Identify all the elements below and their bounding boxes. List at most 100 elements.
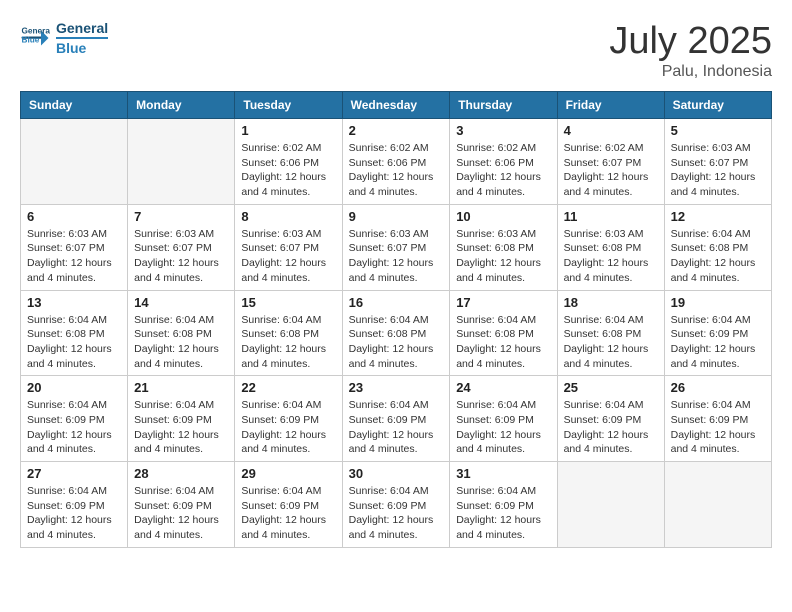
day-info: Sunrise: 6:04 AM Sunset: 6:09 PM Dayligh… xyxy=(349,484,444,543)
calendar-cell xyxy=(128,119,235,205)
page-header: General Blue General Blue July 2025 Palu… xyxy=(20,20,772,81)
day-number: 31 xyxy=(456,466,550,481)
day-info: Sunrise: 6:03 AM Sunset: 6:08 PM Dayligh… xyxy=(456,227,550,286)
calendar-cell: 5 Sunrise: 6:03 AM Sunset: 6:07 PM Daylig… xyxy=(664,119,771,205)
day-number: 16 xyxy=(349,295,444,310)
calendar-cell: 27 Sunrise: 6:04 AM Sunset: 6:09 PM Dayli… xyxy=(21,462,128,548)
day-info: Sunrise: 6:03 AM Sunset: 6:08 PM Dayligh… xyxy=(564,227,658,286)
weekday-header-friday: Friday xyxy=(557,92,664,119)
calendar-cell: 16Sunrise: 6:04 AM Sunset: 6:08 PM Dayli… xyxy=(342,290,450,376)
day-info: Sunrise: 6:02 AM Sunset: 6:06 PM Dayligh… xyxy=(456,141,550,200)
day-info: Sunrise: 6:04 AM Sunset: 6:09 PM Dayligh… xyxy=(671,313,765,372)
logo: General Blue General Blue xyxy=(20,20,108,57)
day-number: 20 xyxy=(27,380,121,395)
weekday-header-thursday: Thursday xyxy=(450,92,557,119)
day-number: 14 xyxy=(134,295,228,310)
day-info: Sunrise: 6:04 AM Sunset: 6:09 PM Dayligh… xyxy=(27,484,121,543)
day-number: 27 xyxy=(27,466,121,481)
day-number: 13 xyxy=(27,295,121,310)
calendar-cell: 26Sunrise: 6:04 AM Sunset: 6:09 PM Dayli… xyxy=(664,376,771,462)
calendar-cell: 21 Sunrise: 6:04 AM Sunset: 6:09 PM Dayli… xyxy=(128,376,235,462)
day-info: Sunrise: 6:04 AM Sunset: 6:09 PM Dayligh… xyxy=(241,398,335,457)
calendar-cell: 20 Sunrise: 6:04 AM Sunset: 6:09 PM Dayli… xyxy=(21,376,128,462)
logo-line1: General xyxy=(56,20,108,37)
day-number: 23 xyxy=(349,380,444,395)
calendar-cell: 4 Sunrise: 6:02 AM Sunset: 6:07 PM Daylig… xyxy=(557,119,664,205)
calendar-cell xyxy=(21,119,128,205)
day-info: Sunrise: 6:03 AM Sunset: 6:07 PM Dayligh… xyxy=(27,227,121,286)
day-info: Sunrise: 6:04 AM Sunset: 6:09 PM Dayligh… xyxy=(671,398,765,457)
calendar-table: SundayMondayTuesdayWednesdayThursdayFrid… xyxy=(20,91,772,548)
day-number: 17 xyxy=(456,295,550,310)
calendar-cell: 31 Sunrise: 6:04 AM Sunset: 6:09 PM Dayli… xyxy=(450,462,557,548)
calendar-cell: 18 Sunrise: 6:04 AM Sunset: 6:08 PM Dayli… xyxy=(557,290,664,376)
weekday-header-row: SundayMondayTuesdayWednesdayThursdayFrid… xyxy=(21,92,772,119)
day-info: Sunrise: 6:04 AM Sunset: 6:09 PM Dayligh… xyxy=(27,398,121,457)
calendar-cell: 3 Sunrise: 6:02 AM Sunset: 6:06 PM Daylig… xyxy=(450,119,557,205)
calendar-cell: 30Sunrise: 6:04 AM Sunset: 6:09 PM Dayli… xyxy=(342,462,450,548)
day-number: 15 xyxy=(241,295,335,310)
day-number: 3 xyxy=(456,123,550,138)
day-info: Sunrise: 6:04 AM Sunset: 6:09 PM Dayligh… xyxy=(134,484,228,543)
day-number: 18 xyxy=(564,295,658,310)
day-number: 2 xyxy=(349,123,444,138)
calendar-cell: 28Sunrise: 6:04 AM Sunset: 6:09 PM Dayli… xyxy=(128,462,235,548)
location-title: Palu, Indonesia xyxy=(609,63,772,81)
day-number: 8 xyxy=(241,209,335,224)
calendar-week-row: 20 Sunrise: 6:04 AM Sunset: 6:09 PM Dayli… xyxy=(21,376,772,462)
calendar-cell: 7 Sunrise: 6:03 AM Sunset: 6:07 PM Daylig… xyxy=(128,204,235,290)
day-info: Sunrise: 6:04 AM Sunset: 6:09 PM Dayligh… xyxy=(456,484,550,543)
weekday-header-tuesday: Tuesday xyxy=(235,92,342,119)
day-number: 21 xyxy=(134,380,228,395)
calendar-cell: 11 Sunrise: 6:03 AM Sunset: 6:08 PM Dayli… xyxy=(557,204,664,290)
day-number: 25 xyxy=(564,380,658,395)
calendar-week-row: 27 Sunrise: 6:04 AM Sunset: 6:09 PM Dayli… xyxy=(21,462,772,548)
day-info: Sunrise: 6:04 AM Sunset: 6:08 PM Dayligh… xyxy=(134,313,228,372)
calendar-cell: 10 Sunrise: 6:03 AM Sunset: 6:08 PM Dayli… xyxy=(450,204,557,290)
day-number: 7 xyxy=(134,209,228,224)
day-info: Sunrise: 6:03 AM Sunset: 6:07 PM Dayligh… xyxy=(134,227,228,286)
calendar-cell: 8Sunrise: 6:03 AM Sunset: 6:07 PM Daylig… xyxy=(235,204,342,290)
day-number: 11 xyxy=(564,209,658,224)
weekday-header-monday: Monday xyxy=(128,92,235,119)
day-info: Sunrise: 6:04 AM Sunset: 6:09 PM Dayligh… xyxy=(134,398,228,457)
calendar-cell: 6 Sunrise: 6:03 AM Sunset: 6:07 PM Daylig… xyxy=(21,204,128,290)
weekday-header-wednesday: Wednesday xyxy=(342,92,450,119)
svg-text:Blue: Blue xyxy=(22,36,40,45)
day-info: Sunrise: 6:03 AM Sunset: 6:07 PM Dayligh… xyxy=(349,227,444,286)
calendar-cell: 17 Sunrise: 6:04 AM Sunset: 6:08 PM Dayli… xyxy=(450,290,557,376)
day-number: 6 xyxy=(27,209,121,224)
calendar-cell xyxy=(557,462,664,548)
day-info: Sunrise: 6:02 AM Sunset: 6:07 PM Dayligh… xyxy=(564,141,658,200)
day-number: 10 xyxy=(456,209,550,224)
day-info: Sunrise: 6:04 AM Sunset: 6:09 PM Dayligh… xyxy=(456,398,550,457)
day-number: 22 xyxy=(241,380,335,395)
day-number: 1 xyxy=(241,123,335,138)
calendar-week-row: 13 Sunrise: 6:04 AM Sunset: 6:08 PM Dayli… xyxy=(21,290,772,376)
day-number: 12 xyxy=(671,209,765,224)
calendar-cell: 9 Sunrise: 6:03 AM Sunset: 6:07 PM Daylig… xyxy=(342,204,450,290)
calendar-cell: 29 Sunrise: 6:04 AM Sunset: 6:09 PM Dayli… xyxy=(235,462,342,548)
day-info: Sunrise: 6:04 AM Sunset: 6:08 PM Dayligh… xyxy=(564,313,658,372)
day-info: Sunrise: 6:02 AM Sunset: 6:06 PM Dayligh… xyxy=(349,141,444,200)
day-info: Sunrise: 6:04 AM Sunset: 6:08 PM Dayligh… xyxy=(241,313,335,372)
calendar-week-row: 6 Sunrise: 6:03 AM Sunset: 6:07 PM Daylig… xyxy=(21,204,772,290)
day-number: 4 xyxy=(564,123,658,138)
day-info: Sunrise: 6:04 AM Sunset: 6:09 PM Dayligh… xyxy=(349,398,444,457)
day-number: 9 xyxy=(349,209,444,224)
day-number: 29 xyxy=(241,466,335,481)
calendar-cell: 23 Sunrise: 6:04 AM Sunset: 6:09 PM Dayli… xyxy=(342,376,450,462)
calendar-cell xyxy=(664,462,771,548)
calendar-cell: 15 Sunrise: 6:04 AM Sunset: 6:08 PM Dayli… xyxy=(235,290,342,376)
calendar-cell: 14 Sunrise: 6:04 AM Sunset: 6:08 PM Dayli… xyxy=(128,290,235,376)
day-info: Sunrise: 6:04 AM Sunset: 6:09 PM Dayligh… xyxy=(241,484,335,543)
day-info: Sunrise: 6:04 AM Sunset: 6:09 PM Dayligh… xyxy=(564,398,658,457)
day-number: 24 xyxy=(456,380,550,395)
calendar-cell: 25 Sunrise: 6:04 AM Sunset: 6:09 PM Dayli… xyxy=(557,376,664,462)
day-info: Sunrise: 6:04 AM Sunset: 6:08 PM Dayligh… xyxy=(456,313,550,372)
day-info: Sunrise: 6:03 AM Sunset: 6:07 PM Dayligh… xyxy=(671,141,765,200)
day-number: 5 xyxy=(671,123,765,138)
weekday-header-sunday: Sunday xyxy=(21,92,128,119)
weekday-header-saturday: Saturday xyxy=(664,92,771,119)
day-number: 19 xyxy=(671,295,765,310)
